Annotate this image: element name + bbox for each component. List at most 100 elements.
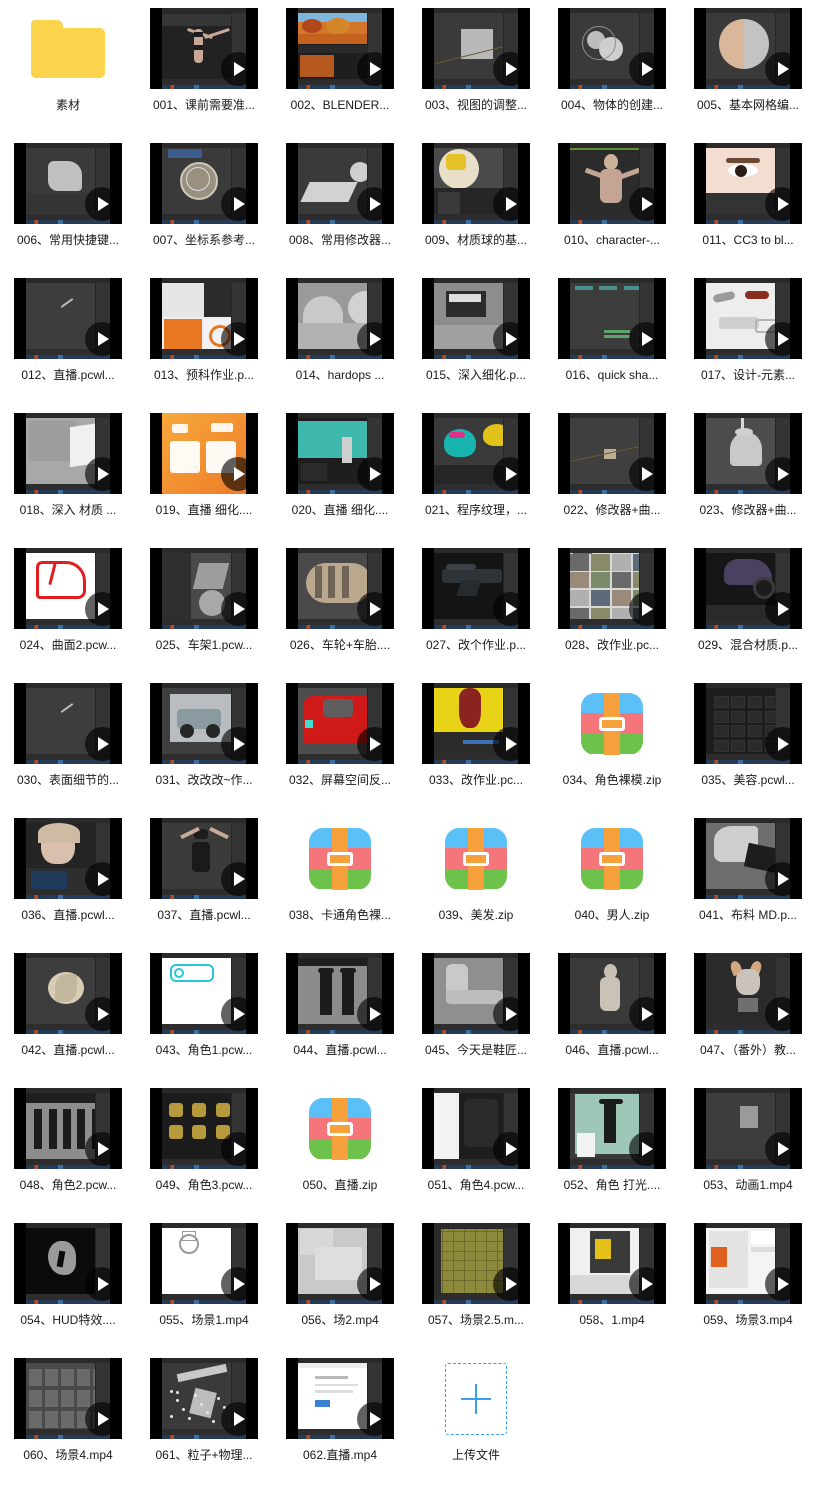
thumbnail-video [286,1223,394,1304]
item-label: 019、直播 细化.... [155,503,253,517]
grid-item-video[interactable]: 020、直播 细化.... [272,405,408,540]
grid-item-video[interactable]: 013、预科作业.p... [136,270,272,405]
grid-item-video[interactable]: 057、场景2.5.m... [408,1215,544,1350]
thumbnail-folder [14,8,122,89]
grid-item-video[interactable]: 014、hardops ... [272,270,408,405]
grid-item-video[interactable]: 042、直播.pcwl... [0,945,136,1080]
item-label: 008、常用修改器... [288,233,392,247]
grid-item-video[interactable]: 048、角色2.pcw... [0,1080,136,1215]
grid-item-video[interactable]: 061、粒子+物理... [136,1350,272,1485]
thumbnail-video [422,8,530,89]
thumbnail-image [570,413,654,494]
grid-item-video[interactable]: 045、今天是鞋匠... [408,945,544,1080]
grid-item-video[interactable]: 053、动画1.mp4 [680,1080,816,1215]
video-thumbnail [694,278,802,359]
item-label: 062.直播.mp4 [302,1448,378,1462]
grid-item-video[interactable]: 037、直播.pcwl... [136,810,272,945]
video-thumbnail [558,1088,666,1169]
grid-item-video[interactable]: 028、改作业.pc... [544,540,680,675]
grid-item-video[interactable]: 007、坐标系参考... [136,135,272,270]
grid-item-video[interactable]: 046、直播.pcwl... [544,945,680,1080]
grid-item-video[interactable]: 021、程序纹理，... [408,405,544,540]
grid-item-video[interactable]: 056、场2.mp4 [272,1215,408,1350]
thumbnail-video [150,548,258,629]
grid-item-video[interactable]: 060、场景4.mp4 [0,1350,136,1485]
grid-item-video[interactable]: 017、设计-元素... [680,270,816,405]
grid-item-video[interactable]: 004、物体的创建... [544,0,680,135]
grid-item-archive[interactable]: 039、美发.zip [408,810,544,945]
grid-item-video[interactable]: 047、（番外）教... [680,945,816,1080]
plus-icon[interactable] [445,1362,507,1435]
video-thumbnail [422,548,530,629]
thumbnail-image [26,818,110,899]
grid-item-video[interactable]: 006、常用快捷键... [0,135,136,270]
grid-item-archive[interactable]: 050、直播.zip [272,1080,408,1215]
thumbnail-video [14,413,122,494]
thumbnail-image [162,953,246,1034]
grid-item-video[interactable]: 036、直播.pcwl... [0,810,136,945]
grid-item-archive[interactable]: 040、男人.zip [544,810,680,945]
grid-item-video[interactable]: 008、常用修改器... [272,135,408,270]
grid-item-video[interactable]: 012、直播.pcwl... [0,270,136,405]
grid-item-video[interactable]: 011、CC3 to bl... [680,135,816,270]
video-thumbnail [694,548,802,629]
grid-item-video[interactable]: 027、改个作业.p... [408,540,544,675]
grid-item-video[interactable]: 019、直播 细化.... [136,405,272,540]
grid-item-video[interactable]: 001、课前需要准... [136,0,272,135]
grid-item-video[interactable]: 023、修改器+曲... [680,405,816,540]
thumbnail-video [558,548,666,629]
grid-item-video[interactable]: 062.直播.mp4 [272,1350,408,1485]
upload-dropzone[interactable] [422,1358,530,1439]
grid-item-video[interactable]: 009、材质球的基... [408,135,544,270]
grid-item-video[interactable]: 059、场景3.mp4 [680,1215,816,1350]
thumbnail-image [26,1088,110,1169]
upload-file-button[interactable]: 上传文件 [408,1350,544,1485]
grid-item-video[interactable]: 024、曲面2.pcw... [0,540,136,675]
grid-item-video[interactable]: 032、屏幕空间反... [272,675,408,810]
thumbnail-video [422,278,530,359]
thumbnail-video [558,1088,666,1169]
item-label: 059、场景3.mp4 [703,1313,793,1327]
grid-item-video[interactable]: 031、改改改~作... [136,675,272,810]
thumbnail-image [298,143,382,224]
grid-item-video[interactable]: 033、改作业.pc... [408,675,544,810]
grid-item-video[interactable]: 054、HUD特效.... [0,1215,136,1350]
grid-item-folder[interactable]: 素材 [0,0,136,135]
grid-item-video[interactable]: 010、character-... [544,135,680,270]
grid-item-video[interactable]: 025、车架1.pcw... [136,540,272,675]
video-thumbnail [150,683,258,764]
grid-item-video[interactable]: 015、深入细化.p... [408,270,544,405]
grid-item-video[interactable]: 041、布料 MD.p... [680,810,816,945]
grid-item-video[interactable]: 016、quick sha... [544,270,680,405]
thumbnail-image [162,818,246,899]
grid-item-video[interactable]: 049、角色3.pcw... [136,1080,272,1215]
grid-item-video[interactable]: 055、场景1.mp4 [136,1215,272,1350]
grid-item-video[interactable]: 030、表面细节的... [0,675,136,810]
item-label: 024、曲面2.pcw... [19,638,117,652]
video-thumbnail [558,548,666,629]
video-thumbnail [422,1223,530,1304]
grid-item-video[interactable]: 029、混合材质.p... [680,540,816,675]
grid-item-video[interactable]: 026、车轮+车胎.... [272,540,408,675]
thumbnail-image [298,548,382,629]
thumbnail-video [14,1358,122,1439]
grid-item-video[interactable]: 043、角色1.pcw... [136,945,272,1080]
grid-item-video[interactable]: 058、1.mp4 [544,1215,680,1350]
grid-item-video[interactable]: 051、角色4.pcw... [408,1080,544,1215]
item-label: 048、角色2.pcw... [19,1178,117,1192]
grid-item-video[interactable]: 003、视图的调整... [408,0,544,135]
grid-item-archive[interactable]: 034、角色裸模.zip [544,675,680,810]
thumbnail-image [706,1088,790,1169]
grid-item-video[interactable]: 052、角色 打光.... [544,1080,680,1215]
video-thumbnail [150,1223,258,1304]
grid-item-video[interactable]: 035、美容.pcwl... [680,675,816,810]
grid-item-video[interactable]: 044、直播.pcwl... [272,945,408,1080]
grid-item-video[interactable]: 002、BLENDER... [272,0,408,135]
grid-item-video[interactable]: 018、深入 材质 ... [0,405,136,540]
thumbnail-video [286,8,394,89]
thumbnail-video [694,8,802,89]
grid-item-video[interactable]: 022、修改器+曲... [544,405,680,540]
grid-item-video[interactable]: 005、基本网格编... [680,0,816,135]
video-thumbnail [422,278,530,359]
grid-item-archive[interactable]: 038、卡通角色裸... [272,810,408,945]
